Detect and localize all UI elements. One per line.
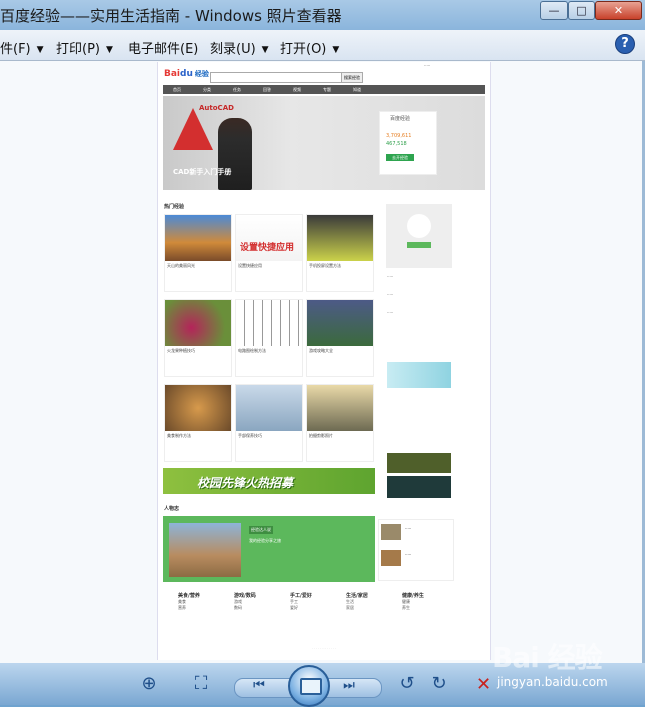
promo-button[interactable]: 去开经验: [386, 154, 414, 161]
footer-col: 游戏/数码 游戏 数码: [234, 593, 256, 610]
promo-title: 百度经验: [390, 116, 411, 122]
feature-subtitle: 我的经验分享之旅: [249, 538, 281, 543]
nav-item[interactable]: 专题: [323, 87, 331, 93]
card[interactable]: 手机投屏设置方法: [306, 214, 374, 292]
footer-col: 手工/爱好 手工 爱好: [290, 593, 312, 610]
nav-item[interactable]: 视频: [293, 87, 301, 93]
side-link[interactable]: ·····: [387, 310, 451, 315]
top-links: ·····: [424, 63, 431, 68]
recruit-banner[interactable]: 校园先锋火热招募: [163, 468, 375, 494]
rotate-right-icon[interactable]: ↻: [428, 673, 450, 695]
promo-count-1: 3,709,611: [386, 133, 412, 139]
feature-list: ····· ·····: [378, 519, 454, 581]
previous-icon[interactable]: ⏮: [248, 675, 270, 697]
side-link[interactable]: ·····: [387, 274, 451, 279]
search-input[interactable]: [210, 72, 342, 83]
delete-icon[interactable]: ✕: [476, 674, 491, 695]
hero-banner[interactable]: AutoCAD CAD新手入门手册 百度经验 3,709,611 467,518…: [163, 96, 485, 190]
menu-bar: 件(F) ▼ 打印(P) ▼ 电子邮件(E) 刻录(U) ▼ 打开(O) ▼: [0, 30, 645, 61]
menu-burn[interactable]: 刻录(U) ▼: [210, 38, 269, 57]
site-nav: 首页 分类 任务 回答 视频 专题 知道: [163, 85, 485, 94]
footer-copyright: · · · · · · · · · · · · ·: [312, 646, 336, 650]
title-bar: 百度经验——实用生活指南 - Windows 照片查看器 — □ ✕: [0, 0, 645, 30]
side-ad[interactable]: [387, 362, 451, 388]
card[interactable]: 电路图绘制方法: [235, 299, 303, 377]
viewed-image: ····· Baidu 经验 搜索经验 首页 分类 任务 回答 视频 专题 知道 …: [157, 62, 491, 660]
chevron-down-icon: ▼: [332, 45, 340, 55]
chevron-down-icon: ▼: [105, 45, 113, 55]
card[interactable]: 美食制作方法: [164, 384, 232, 462]
site-logo: Baidu 经验: [164, 69, 209, 79]
nav-item[interactable]: 任务: [233, 87, 241, 93]
zoom-icon[interactable]: ⊕: [138, 673, 160, 695]
actual-size-icon[interactable]: ⛶: [190, 673, 212, 695]
list-item[interactable]: ·····: [381, 524, 451, 546]
chevron-down-icon: ▼: [36, 45, 44, 55]
section-people-title: 人物志: [164, 506, 180, 512]
side-ad[interactable]: [387, 453, 451, 473]
recruit-text: 校园先锋火热招募: [197, 476, 294, 490]
slideshow-button[interactable]: [288, 665, 330, 707]
user-panel: [386, 204, 452, 268]
card[interactable]: 设置快捷应用 设置快捷应用: [235, 214, 303, 292]
autocad-logo-icon: [173, 108, 213, 150]
banner-person-image: [218, 118, 252, 190]
menu-file[interactable]: 件(F) ▼: [0, 38, 44, 57]
rotate-left-icon[interactable]: ↺: [396, 673, 418, 695]
avatar: [407, 214, 431, 238]
minimize-button[interactable]: —: [540, 1, 568, 20]
feature-card[interactable]: 经验达人说 我的经验分享之旅: [163, 516, 375, 582]
search-button[interactable]: 搜索经验: [341, 72, 363, 83]
side-ad[interactable]: [387, 476, 451, 498]
nav-item[interactable]: 分类: [203, 87, 211, 93]
menu-print[interactable]: 打印(P) ▼: [56, 38, 113, 57]
list-item[interactable]: ·····: [381, 550, 451, 572]
close-button[interactable]: ✕: [595, 1, 642, 20]
login-button[interactable]: [407, 242, 431, 248]
chevron-down-icon: ▼: [261, 45, 269, 55]
autocad-label: AutoCAD: [199, 104, 234, 112]
card[interactable]: 拍摄剪影照片: [306, 384, 374, 462]
banner-title: CAD新手入门手册: [173, 168, 232, 176]
nav-item[interactable]: 回答: [263, 87, 271, 93]
feature-photo: [169, 523, 241, 577]
next-icon[interactable]: ⏭: [338, 675, 360, 697]
footer-col: 健康/养生 健康 养生: [402, 593, 424, 610]
side-link[interactable]: ·····: [387, 292, 451, 297]
watermark: Bai 经验: [492, 641, 603, 674]
card[interactable]: 火龙果种植技巧: [164, 299, 232, 377]
help-icon[interactable]: ?: [615, 34, 635, 54]
promo-card: 百度经验 3,709,611 467,518 去开经验: [379, 111, 437, 175]
section-hot-title: 热门经验: [164, 204, 185, 210]
nav-item[interactable]: 知道: [353, 87, 361, 93]
card[interactable]: 天山的美丽风光: [164, 214, 232, 292]
maximize-button[interactable]: □: [568, 1, 595, 20]
watermark-url: jingyan.baidu.com: [497, 675, 608, 689]
promo-count-2: 467,518: [386, 141, 407, 147]
feature-title: 经验达人说: [249, 526, 273, 534]
footer-col: 生活/家居 生活 家居: [346, 593, 368, 610]
window-title: 百度经验——实用生活指南 - Windows 照片查看器: [0, 7, 342, 25]
menu-open[interactable]: 打开(O) ▼: [280, 38, 339, 57]
card[interactable]: 游戏攻略大全: [306, 299, 374, 377]
footer-col: 美食/营养 美食 营养: [178, 593, 200, 610]
nav-item[interactable]: 首页: [173, 87, 181, 93]
card[interactable]: 手部保养技巧: [235, 384, 303, 462]
monitor-icon: [300, 678, 322, 695]
menu-email[interactable]: 电子邮件(E): [128, 38, 198, 57]
